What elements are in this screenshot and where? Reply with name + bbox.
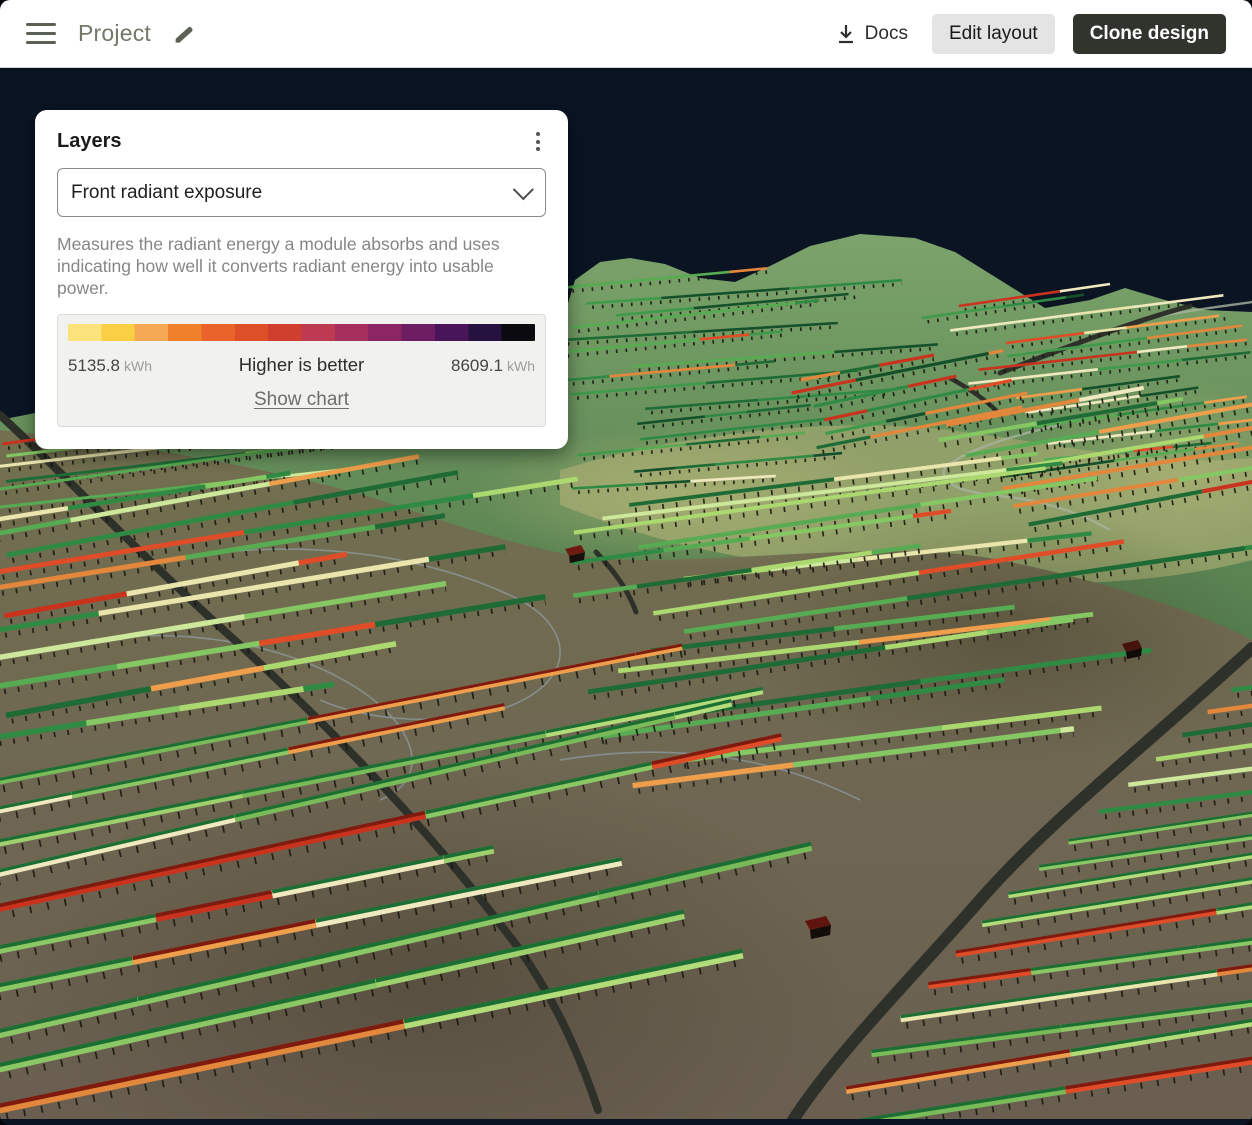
legend-min-value: 5135.8: [68, 356, 120, 375]
legend-box: 5135.8kWh Higher is better 8609.1kWh Sho…: [57, 314, 546, 427]
legend-direction-label: Higher is better: [239, 354, 364, 376]
layer-select-value: Front radiant exposure: [71, 182, 262, 204]
layer-description: Measures the radiant energy a module abs…: [57, 233, 546, 299]
docs-download-button[interactable]: Docs: [830, 19, 914, 49]
color-scale-bar: [68, 324, 535, 341]
edit-layout-button[interactable]: Edit layout: [932, 14, 1055, 54]
docs-label: Docs: [865, 23, 908, 45]
layers-panel-title: Layers: [57, 130, 122, 153]
legend-max-unit: kWh: [507, 358, 535, 374]
legend-min-unit: kWh: [124, 358, 152, 374]
hamburger-menu-icon[interactable]: [26, 23, 56, 45]
layer-select-dropdown[interactable]: Front radiant exposure: [57, 168, 546, 217]
top-toolbar: Project Docs Edit layout Clone design: [0, 0, 1252, 68]
kebab-menu-icon[interactable]: [530, 130, 546, 153]
layers-panel: Layers Front radiant exposure Measures t…: [35, 110, 568, 449]
chevron-down-icon: [513, 179, 534, 200]
legend-max-value: 8609.1: [451, 356, 503, 375]
show-chart-link[interactable]: Show chart: [68, 388, 535, 412]
clone-design-button[interactable]: Clone design: [1073, 14, 1226, 54]
edit-project-name-icon[interactable]: [173, 22, 197, 46]
legend-min: 5135.8kWh: [68, 356, 152, 376]
legend-max: 8609.1kWh: [451, 356, 535, 376]
app-window: Project Docs Edit layout Clone design La…: [0, 0, 1252, 1125]
page-title: Project: [78, 20, 151, 47]
terrain-shadow: [750, 510, 1252, 770]
download-icon: [836, 23, 856, 45]
